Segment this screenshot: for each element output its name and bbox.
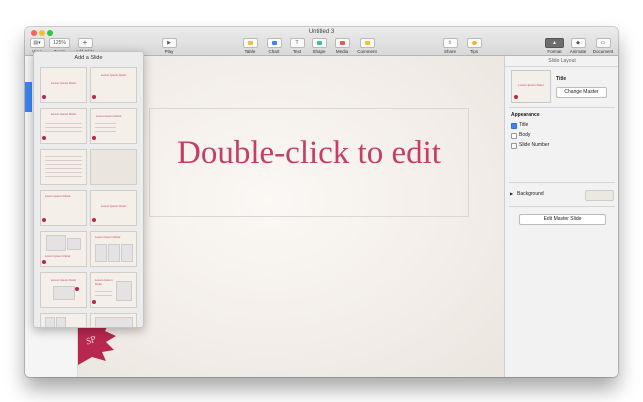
appearance-label: Appearance	[511, 112, 540, 118]
slide-number-checkbox-label: Slide Number	[519, 142, 550, 148]
slide-layout-thumb[interactable]: Lorem Ipsum Dolor	[40, 190, 87, 226]
table-icon	[242, 38, 258, 48]
slide-layout-thumb[interactable]: Lorem Ipsum Dolor	[40, 108, 87, 144]
slide-layout-thumb[interactable]	[40, 149, 87, 185]
table-button[interactable]: Table	[241, 38, 259, 54]
chart-icon	[266, 38, 282, 48]
window-title: Untitled 3	[308, 29, 335, 35]
tips-button[interactable]: Tips	[465, 38, 483, 54]
slide-layout-thumb[interactable]	[40, 313, 87, 327]
lightbulb-icon	[466, 38, 482, 48]
slide-layout-thumb[interactable]: Lorem Ipsum Dolor	[90, 190, 137, 226]
master-title-label: Title	[556, 76, 567, 82]
slide-layout-thumb[interactable]	[90, 149, 137, 185]
play-icon: ▶	[161, 38, 177, 48]
slide-layout-thumb[interactable]: Lorem Ipsum Dolor	[90, 67, 137, 103]
body-checkbox[interactable]	[511, 133, 517, 139]
animate-icon: ◆	[570, 38, 586, 48]
text-icon: T	[289, 38, 305, 48]
format-button[interactable]: ▲ Format	[544, 38, 565, 54]
add-slide-popover: Add a Slide Lorem Ipsum Dolor Lorem Ipsu…	[33, 51, 144, 328]
selected-slide-marker	[25, 82, 32, 112]
media-icon	[334, 38, 350, 48]
media-button[interactable]: Media	[333, 38, 351, 54]
document-icon: ▭	[595, 38, 611, 48]
body-checkbox-label: Body	[519, 132, 531, 138]
zoom-value: 125%	[49, 38, 70, 48]
title-checkbox[interactable]	[511, 123, 517, 129]
slide-layout-thumb[interactable]	[90, 313, 137, 327]
inspector-header: Slide Layout	[505, 56, 618, 67]
master-thumbnail: Lorem Ipsum Dolor	[511, 70, 551, 103]
slide-layout-thumb[interactable]: Lorem Ipsum Dolor	[40, 67, 87, 103]
slide-layout-thumb[interactable]: Lorem Ipsum Dolor	[90, 272, 137, 308]
title-checkbox-label: Title	[519, 122, 529, 128]
disclosure-triangle-icon[interactable]: ▶	[510, 191, 513, 196]
paintbrush-icon: ▲	[545, 38, 564, 48]
divider	[509, 182, 615, 183]
plus-icon: +	[77, 38, 93, 48]
text-button[interactable]: T Text	[288, 38, 306, 54]
slide-layout-thumb[interactable]: Lorem Ipsum Dolor	[90, 108, 137, 144]
background-label: Background	[517, 191, 544, 197]
divider	[509, 206, 615, 207]
play-button[interactable]: ▶ Play	[159, 38, 179, 54]
slide-layout-thumb[interactable]: Lorem Ipsum Dolor	[90, 231, 137, 267]
comment-icon	[359, 38, 375, 48]
sidebar-icon: ▤▾	[29, 38, 45, 48]
animate-button[interactable]: ◆ Animate	[567, 38, 589, 54]
change-master-button[interactable]: Change Master	[556, 87, 607, 98]
document-button[interactable]: ▭ Document	[590, 38, 616, 54]
divider	[509, 107, 615, 108]
slide-layout-thumb[interactable]: Lorem Ipsum Dolor	[40, 272, 87, 308]
shape-button[interactable]: Shape	[310, 38, 328, 54]
shape-icon	[311, 38, 327, 48]
share-icon: ⇪	[442, 38, 458, 48]
title-placeholder[interactable]: Double-click to edit	[149, 108, 469, 217]
keynote-window: Untitled 3 ▤▾ View 125% Zoom + Add Slide…	[25, 27, 618, 377]
popover-title: Add a Slide	[74, 55, 103, 61]
slide-layout-thumb[interactable]: Lorem Ipsum Dolor	[40, 231, 87, 267]
slide-number-checkbox[interactable]	[511, 143, 517, 149]
edit-master-slide-button[interactable]: Edit Master Slide	[519, 214, 606, 225]
inspector-panel: Slide Layout Lorem Ipsum Dolor Title Cha…	[504, 56, 618, 377]
comment-button[interactable]: Comment	[355, 38, 379, 54]
share-button[interactable]: ⇪ Share	[440, 38, 460, 54]
background-swatch[interactable]	[585, 190, 614, 201]
placeholder-text: Double-click to edit	[177, 135, 441, 171]
chart-button[interactable]: Chart	[265, 38, 283, 54]
